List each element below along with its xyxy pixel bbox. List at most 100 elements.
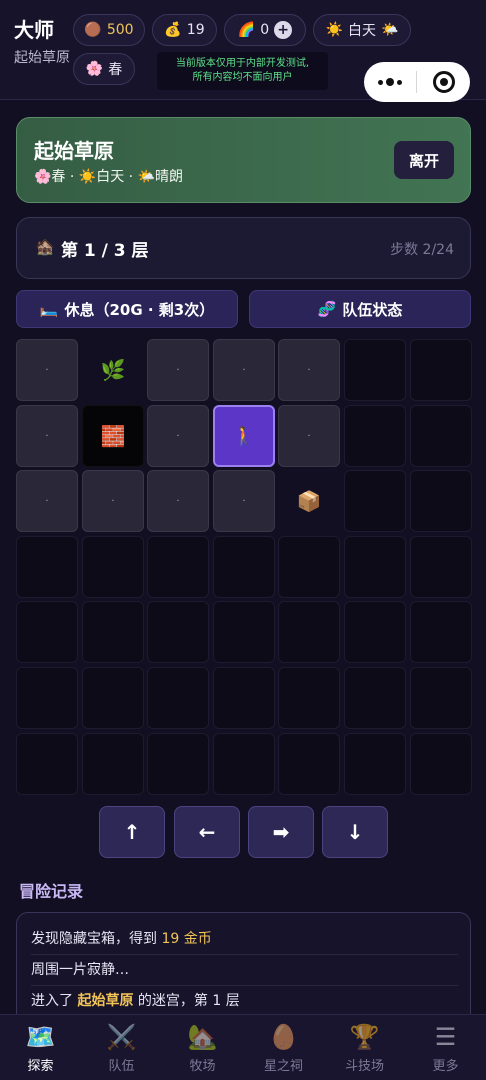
move-left-button[interactable]: ←: [174, 806, 240, 858]
explored-cell[interactable]: ·: [147, 339, 209, 401]
team-status-button[interactable]: 🧬 队伍状态: [249, 290, 471, 328]
unexplored-cell: [344, 667, 406, 729]
menu-icon: ☰: [434, 1023, 457, 1051]
unexplored-cell: [410, 405, 472, 467]
nav-tab[interactable]: ☰ 更多: [405, 1015, 486, 1080]
notice-line-2: 所有内容均不面向用户: [192, 72, 293, 83]
explored-cell[interactable]: ·: [16, 470, 78, 532]
explored-cell[interactable]: ·: [278, 339, 340, 401]
top-header: 大师 起始草原 🟤 500 💰 19 🌈 0 + ☀️ 白天 🌤️ 🌸 春 当前…: [0, 0, 486, 102]
unexplored-cell: [410, 339, 472, 401]
unexplored-cell: [82, 601, 144, 663]
log-text: 的迷宫，第 1 层: [133, 993, 240, 1009]
nav-tab[interactable]: 🗺️ 探索: [0, 1015, 81, 1080]
nav-tab-label: 星之祠: [263, 1059, 303, 1074]
log-entry: 进入了 起始草原 的迷宫，第 1 层: [31, 986, 458, 1017]
move-right-button[interactable]: ➡: [248, 806, 314, 858]
daytime-indicator[interactable]: ☀️ 白天 🌤️: [313, 14, 411, 46]
explored-cell[interactable]: ·: [278, 405, 340, 467]
unexplored-cell: [410, 733, 472, 795]
add-rainbow-button[interactable]: +: [274, 21, 293, 39]
unexplored-cell: [344, 470, 406, 532]
player-info: 大师 起始草原: [14, 14, 70, 70]
leave-button[interactable]: 离开: [394, 141, 454, 179]
unexplored-cell: [213, 667, 275, 729]
explored-cell[interactable]: ·: [213, 339, 275, 401]
log-text: 发现隐藏宝箱，得到: [31, 931, 162, 947]
target-icon: [432, 71, 455, 93]
explored-cell[interactable]: ·: [16, 405, 78, 467]
nav-tab-label: 更多: [432, 1059, 459, 1074]
rainbow-counter[interactable]: 🌈 0 +: [224, 14, 306, 46]
team-status-label: 队伍状态: [342, 300, 403, 319]
crossed-swords-icon: ⚔️: [106, 1023, 137, 1051]
house-icon: 🏡: [187, 1023, 218, 1051]
trophy-icon: 🏆: [349, 1023, 380, 1051]
unexplored-cell: [16, 733, 78, 795]
rest-button[interactable]: 🛏️ 休息（20G · 剩3次）: [16, 290, 238, 328]
wall-cell[interactable]: 🧱: [82, 405, 144, 467]
unexplored-cell: [278, 667, 340, 729]
floor-card: 🏚️ 第 1 / 3 层 步数 2/24: [16, 217, 471, 279]
player-title: 大师: [14, 18, 54, 42]
egg-icon: 🥚: [268, 1023, 299, 1051]
unexplored-cell: [213, 601, 275, 663]
weather-icon: 🌤️: [381, 22, 399, 38]
log-text: 周围一片寂静…: [31, 962, 129, 978]
nav-tab[interactable]: ⚔️ 队伍: [81, 1015, 162, 1080]
location-name: 起始草原: [34, 139, 114, 163]
gold-counter[interactable]: 💰 19: [152, 14, 217, 46]
explored-cell[interactable]: ·: [213, 470, 275, 532]
player-cell[interactable]: 🚶: [213, 405, 275, 467]
unexplored-cell: [344, 601, 406, 663]
more-options-button[interactable]: [364, 62, 416, 102]
gold-value: 19: [186, 22, 205, 38]
nav-tab[interactable]: 🏡 牧场: [162, 1015, 243, 1080]
unexplored-cell: [344, 733, 406, 795]
log-entry: 周围一片寂静…: [31, 955, 458, 986]
log-text: 进入了: [31, 993, 78, 1009]
house-icon: 🏚️: [35, 237, 55, 256]
unexplored-cell: [82, 667, 144, 729]
move-down-button[interactable]: ↓: [322, 806, 388, 858]
nav-tab[interactable]: 🥚 星之祠: [243, 1015, 324, 1080]
unexplored-cell: [410, 601, 472, 663]
bottom-nav: 🗺️ 探索 ⚔️ 队伍 🏡 牧场 🥚 星之祠 🏆 斗技场 ☰ 更多: [0, 1014, 486, 1080]
unexplored-cell: [213, 536, 275, 598]
unexplored-cell: [278, 733, 340, 795]
nav-tab[interactable]: 🏆 斗技场: [324, 1015, 405, 1080]
unexplored-cell: [344, 339, 406, 401]
log-gold-amount: 19 金币: [161, 931, 212, 947]
log-entry: 发现隐藏宝箱，得到 19 金币: [31, 924, 458, 955]
rainbow-icon: 🌈: [237, 22, 256, 38]
move-up-button[interactable]: ↑: [99, 806, 165, 858]
explored-cell[interactable]: ·: [147, 405, 209, 467]
nav-tab-label: 探索: [27, 1059, 54, 1074]
unexplored-cell: [213, 733, 275, 795]
nav-tab-label: 队伍: [108, 1059, 135, 1074]
close-miniprogram-button[interactable]: [417, 62, 470, 102]
item-cell[interactable]: 📦: [278, 470, 340, 532]
dot-icon: [378, 79, 383, 85]
nav-tab-label: 斗技场: [344, 1059, 384, 1074]
coins-counter[interactable]: 🟤 500: [73, 14, 145, 46]
location-card: 起始草原 🌸春 · ☀️白天 · 🌤️晴朗 离开: [16, 117, 471, 203]
dot-icon: [397, 79, 402, 85]
current-location: 起始草原: [14, 50, 70, 66]
blossom-icon: 🌸: [85, 61, 104, 77]
unexplored-cell: [16, 601, 78, 663]
rainbow-value: 0: [260, 22, 270, 38]
coin-icon: 🟤: [84, 22, 102, 38]
daytime-label: 白天: [348, 23, 376, 39]
log-title: 冒险记录: [19, 882, 84, 901]
explored-cell[interactable]: ·: [147, 470, 209, 532]
explored-cell[interactable]: ·: [16, 339, 78, 401]
item-cell[interactable]: 🌿: [82, 339, 144, 401]
unexplored-cell: [82, 536, 144, 598]
unexplored-cell: [147, 601, 209, 663]
money-bag-icon: 💰: [164, 22, 182, 38]
season-indicator[interactable]: 🌸 春: [73, 53, 135, 85]
unexplored-cell: [344, 536, 406, 598]
log-place-name: 起始草原: [77, 993, 134, 1009]
explored-cell[interactable]: ·: [82, 470, 144, 532]
